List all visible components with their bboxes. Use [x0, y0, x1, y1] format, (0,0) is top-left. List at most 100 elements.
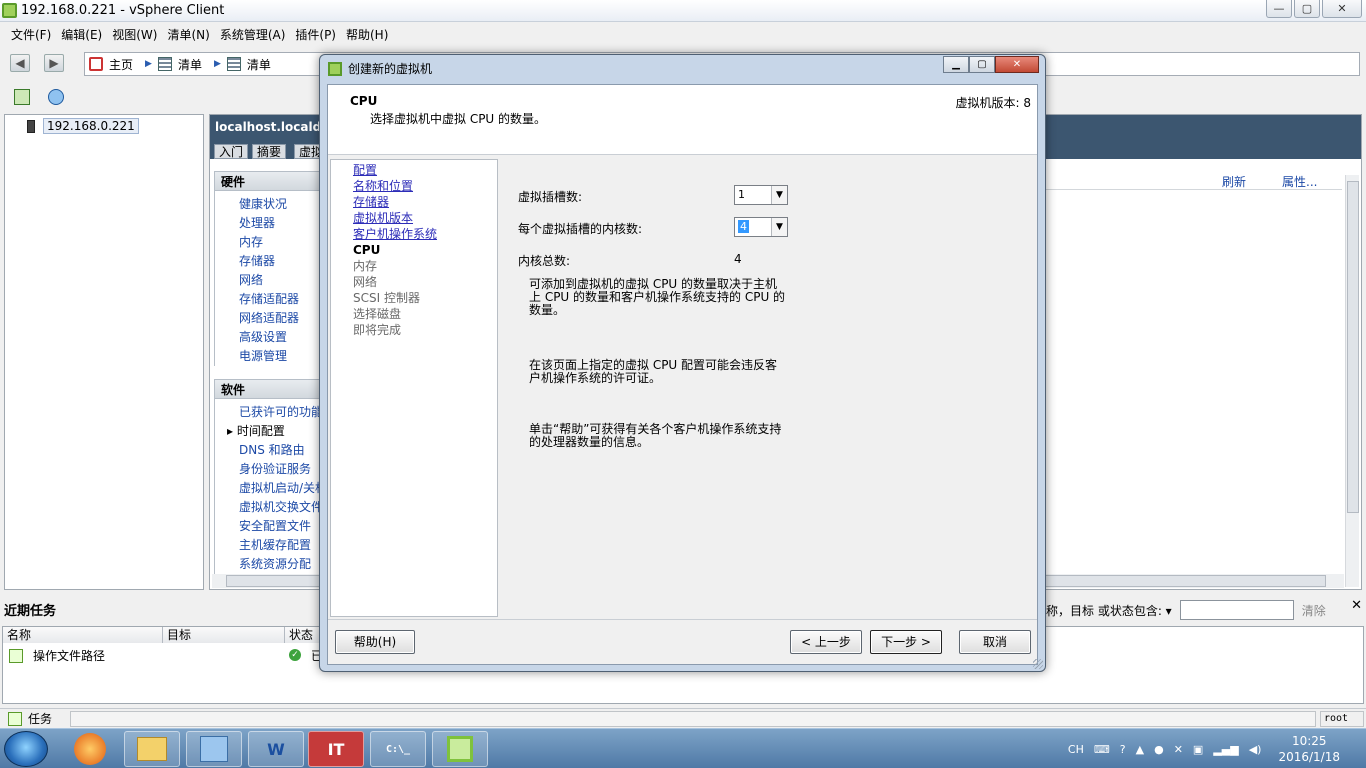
network-tool-taskbar-icon[interactable] — [186, 731, 242, 767]
help-button[interactable]: 帮助(H) — [335, 630, 415, 654]
tree-host-node[interactable]: 192.168.0.221 — [27, 118, 139, 134]
software-item[interactable]: 安全配置文件 — [239, 517, 322, 536]
task-icon — [9, 648, 23, 663]
menu-help[interactable]: 帮助(H) — [341, 26, 393, 43]
show-hidden-icons-icon[interactable]: ▲ — [1136, 743, 1144, 756]
dialog-close-button[interactable]: ✕ — [995, 56, 1039, 73]
hardware-item[interactable]: 高级设置 — [239, 328, 322, 347]
next-button[interactable]: 下一步 > — [870, 630, 942, 654]
software-item[interactable]: DNS 和路由 — [239, 441, 322, 460]
cancel-button[interactable]: 取消 — [959, 630, 1031, 654]
hardware-item[interactable]: 网络适配器 — [239, 309, 322, 328]
cpu-form: 虚拟插槽数: 1 ▼ 每个虚拟插槽的内核数: 4 ▼ 内核总数: 4 可添加到虚… — [518, 159, 1018, 617]
breadcrumb-inventory[interactable]: ▶ 清单 — [145, 56, 202, 73]
vsphere-app-icon — [328, 61, 342, 76]
minimize-button[interactable]: — — [1266, 0, 1292, 18]
software-item[interactable]: 虚拟机交换文件 — [239, 498, 323, 517]
back-arrow-icon[interactable]: ◀ — [10, 54, 30, 72]
hardware-item[interactable]: 内存 — [239, 233, 322, 252]
hardware-item[interactable]: 健康状况 — [239, 195, 322, 214]
column-target[interactable]: 目标 — [163, 627, 285, 643]
chevron-down-icon: ▼ — [771, 218, 787, 236]
chevron-right-icon: ▶ — [213, 59, 221, 69]
hardware-item[interactable]: 网络 — [239, 271, 322, 290]
breadcrumb-home[interactable]: 主页 — [89, 56, 133, 73]
chevron-right-icon: ▶ — [145, 59, 152, 69]
sockets-label: 虚拟插槽数: — [518, 190, 583, 204]
menu-view[interactable]: 视图(W) — [107, 26, 162, 43]
filter-label[interactable]: 称，目标 或状态包含: ▾ — [1046, 602, 1172, 619]
wizard-step: 网络 — [353, 275, 378, 289]
breadcrumb-inventory-2[interactable]: ▶ 清单 — [214, 56, 271, 73]
vertical-scrollbar[interactable] — [1345, 175, 1359, 587]
sockets-select[interactable]: 1 ▼ — [734, 185, 788, 205]
software-item[interactable]: 主机缓存配置 — [239, 536, 322, 555]
dialog-minimize-button[interactable]: ▁ — [943, 56, 969, 73]
volume-icon[interactable]: ◀) — [1249, 743, 1262, 756]
software-item[interactable]: 身份验证服务 — [239, 460, 322, 479]
tab-getting-started[interactable]: 入门 — [214, 144, 249, 159]
help-hint-note: 单击“帮助”可获得有关各个客户机操作系统支持的处理器数量的信息。 — [529, 422, 782, 449]
close-button[interactable]: ✕ — [1322, 0, 1362, 18]
software-item[interactable]: ▸ 时间配置 — [227, 422, 322, 441]
maximize-button[interactable]: ▢ — [1294, 0, 1320, 18]
scrollbar-thumb[interactable] — [1347, 181, 1359, 513]
vm-version-label: 虚拟机版本: 8 — [955, 96, 1032, 110]
new-vm-icon[interactable] — [14, 89, 30, 105]
column-status[interactable]: 状态 — [285, 627, 323, 643]
status-tasks-button[interactable]: 任务 — [8, 710, 52, 727]
browser-taskbar-icon[interactable] — [62, 731, 118, 767]
cmd-taskbar-icon[interactable]: C:\_ — [370, 731, 426, 767]
hardware-item[interactable]: 存储适配器 — [239, 290, 322, 309]
current-user: root — [1320, 711, 1364, 727]
table-row[interactable]: 操作文件路径 — [9, 647, 105, 664]
start-button[interactable] — [4, 731, 48, 767]
software-item[interactable]: 虚拟机启动/关机 — [239, 479, 327, 498]
network-disconnected-icon[interactable]: ✕ — [1174, 743, 1183, 756]
help-icon[interactable]: ? — [1120, 743, 1126, 756]
signal-icon[interactable]: ▂▄▆ — [1213, 743, 1238, 756]
qq-icon[interactable]: ● — [1154, 743, 1164, 756]
cores-per-socket-select[interactable]: 4 ▼ — [734, 217, 788, 237]
dialog-maximize-button[interactable]: ▢ — [969, 56, 995, 73]
back-button[interactable]: < 上一步 — [790, 630, 862, 654]
hardware-item[interactable]: 电源管理 — [239, 347, 322, 366]
window-title: 192.168.0.221 - vSphere Client — [21, 3, 225, 18]
it-app-taskbar-icon[interactable]: IT — [308, 731, 364, 767]
vsphere-taskbar-icon[interactable] — [432, 731, 488, 767]
wizard-step[interactable]: 客户机操作系统 — [353, 226, 437, 242]
refresh-link[interactable]: 刷新 — [1222, 173, 1246, 190]
usb-icon[interactable]: ▣ — [1193, 743, 1203, 756]
wizard-step[interactable]: 存储器 — [353, 194, 389, 210]
hardware-item[interactable]: 存储器 — [239, 252, 322, 271]
close-icon[interactable]: ✕ — [1351, 598, 1362, 613]
filter-input[interactable] — [1179, 600, 1294, 620]
menu-file[interactable]: 文件(F) — [6, 26, 56, 43]
dialog-body: CPU 选择虚拟机中虚拟 CPU 的数量。 虚拟机版本: 8 配置 名称和位置 存储… — [327, 84, 1038, 665]
menu-edit[interactable]: 编辑(E) — [56, 26, 107, 43]
word-taskbar-icon[interactable]: W — [248, 731, 304, 767]
hardware-item[interactable]: 处理器 — [239, 214, 322, 233]
tab-summary[interactable]: 摘要 — [252, 144, 287, 159]
resize-grip-icon[interactable] — [1033, 659, 1043, 669]
clock[interactable]: 10:25 2016/1/18 — [1278, 733, 1340, 765]
menu-inventory[interactable]: 清单(N) — [162, 26, 214, 43]
wizard-step[interactable]: 虚拟机版本 — [353, 210, 413, 226]
window-titlebar: 192.168.0.221 - vSphere Client — ▢ ✕ — [0, 0, 1366, 22]
menu-administration[interactable]: 系统管理(A) — [215, 26, 291, 43]
new-resource-pool-icon[interactable] — [48, 89, 64, 105]
home-icon — [89, 57, 103, 71]
column-name[interactable]: 名称 — [3, 627, 163, 643]
wizard-step[interactable]: 配置 — [353, 162, 377, 178]
wizard-step[interactable]: 名称和位置 — [353, 178, 413, 194]
input-language[interactable]: CH — [1068, 743, 1084, 756]
clear-button[interactable]: 清除 — [1302, 602, 1326, 619]
software-item[interactable]: 系统资源分配 — [239, 555, 322, 574]
forward-arrow-icon[interactable]: ▶ — [44, 54, 64, 72]
software-item[interactable]: 已获许可的功能 — [239, 403, 323, 422]
keyboard-icon[interactable]: ⌨ — [1094, 743, 1110, 756]
explorer-taskbar-icon[interactable] — [124, 731, 180, 767]
menu-plugins[interactable]: 插件(P) — [290, 26, 341, 43]
properties-link[interactable]: 属性... — [1282, 173, 1317, 190]
chevron-down-icon: ▼ — [771, 186, 787, 204]
